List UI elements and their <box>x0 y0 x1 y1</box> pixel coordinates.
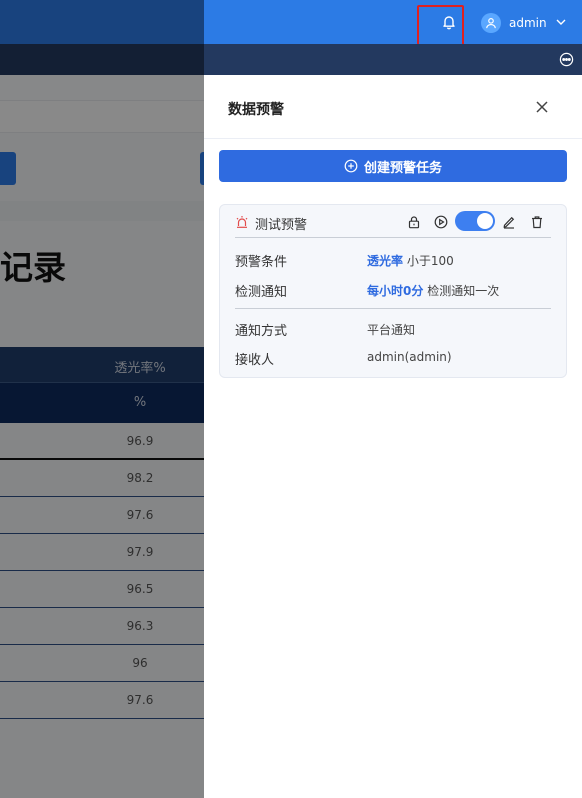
user-icon <box>481 13 501 33</box>
alarm-icon <box>235 215 249 229</box>
user-menu[interactable]: admin <box>481 13 567 33</box>
chevron-down-icon <box>555 16 567 31</box>
table-cell: 97.6 <box>126 693 154 707</box>
receiver-value: admin(admin) <box>367 350 452 364</box>
schedule-value: 每小时0分 检测通知一次 <box>367 282 499 299</box>
enable-toggle[interactable] <box>455 211 495 231</box>
toggle-knob <box>477 213 493 229</box>
table-row: 96.3 <box>0 608 204 645</box>
edit-icon[interactable] <box>502 215 516 229</box>
table-row: 97.9 <box>0 534 204 571</box>
top-header: admin <box>0 0 582 44</box>
table-cell: 98.2 <box>126 471 154 485</box>
play-circle-icon[interactable] <box>434 215 448 229</box>
condition-rule: 小于100 <box>406 254 454 268</box>
sub-header <box>0 44 582 75</box>
bg-filter-strip <box>0 101 204 133</box>
task-name: 测试预警 <box>255 218 308 233</box>
condition-value: 透光率 小于100 <box>367 252 454 269</box>
bg-button[interactable] <box>0 152 16 185</box>
table-row: 98.2 <box>0 460 204 497</box>
table-row: 96.9 <box>0 423 204 460</box>
divider <box>235 237 551 238</box>
table-cell: 96.9 <box>126 434 154 448</box>
username: admin <box>509 16 547 30</box>
drawer-title: 数据预警 <box>228 102 284 118</box>
alert-task-card: 测试预警 预警条件 透光率 小于100 检测通知 每小时0分 检测通知一次 通知… <box>219 204 567 378</box>
close-icon[interactable] <box>535 100 549 114</box>
table-header-cell: 透光率% <box>114 361 166 376</box>
table-cell: 97.9 <box>126 545 154 559</box>
table-row: 97.6 <box>0 497 204 534</box>
table-header-row: 透光率% <box>0 347 204 383</box>
create-button-label: 创建预警任务 <box>363 160 442 176</box>
divider <box>204 138 582 139</box>
condition-metric: 透光率 <box>367 254 404 268</box>
table-cell: 96.3 <box>126 619 154 633</box>
delete-icon[interactable] <box>530 215 544 229</box>
alert-drawer: 数据预警 创建预警任务 测试预警 预警条件 透光率 小于100 检测通知 每小时… <box>204 75 582 798</box>
bg-breadcrumb-strip <box>0 75 204 101</box>
table-cell: 97.6 <box>126 508 154 522</box>
divider <box>235 308 551 309</box>
schedule-time: 每小时0分 <box>367 284 424 298</box>
table-cell: 96.5 <box>126 582 154 596</box>
receiver-label: 接收人 <box>235 353 275 368</box>
page-title: 记录 <box>0 248 66 287</box>
background-page: 记录 透光率% % 96.9 98.2 97.6 97.9 96.5 96.3 … <box>0 75 204 798</box>
plus-circle-icon <box>344 159 358 173</box>
table-row: 96.5 <box>0 571 204 608</box>
table-row: 97.6 <box>0 682 204 719</box>
lock-icon[interactable] <box>407 215 421 229</box>
table-header-cell: % <box>133 395 147 410</box>
schedule-label: 检测通知 <box>235 285 288 300</box>
table-cell: 96 <box>132 656 148 670</box>
bg-band <box>0 201 204 221</box>
table-subheader-row: % <box>0 383 204 423</box>
method-label: 通知方式 <box>235 324 288 339</box>
more-horizontal-circle-icon[interactable] <box>559 52 574 67</box>
table-row: 96 <box>0 645 204 682</box>
schedule-desc: 检测通知一次 <box>427 284 500 298</box>
condition-label: 预警条件 <box>235 255 288 270</box>
create-alert-task-button[interactable]: 创建预警任务 <box>219 150 567 182</box>
method-value: 平台通知 <box>367 323 416 337</box>
